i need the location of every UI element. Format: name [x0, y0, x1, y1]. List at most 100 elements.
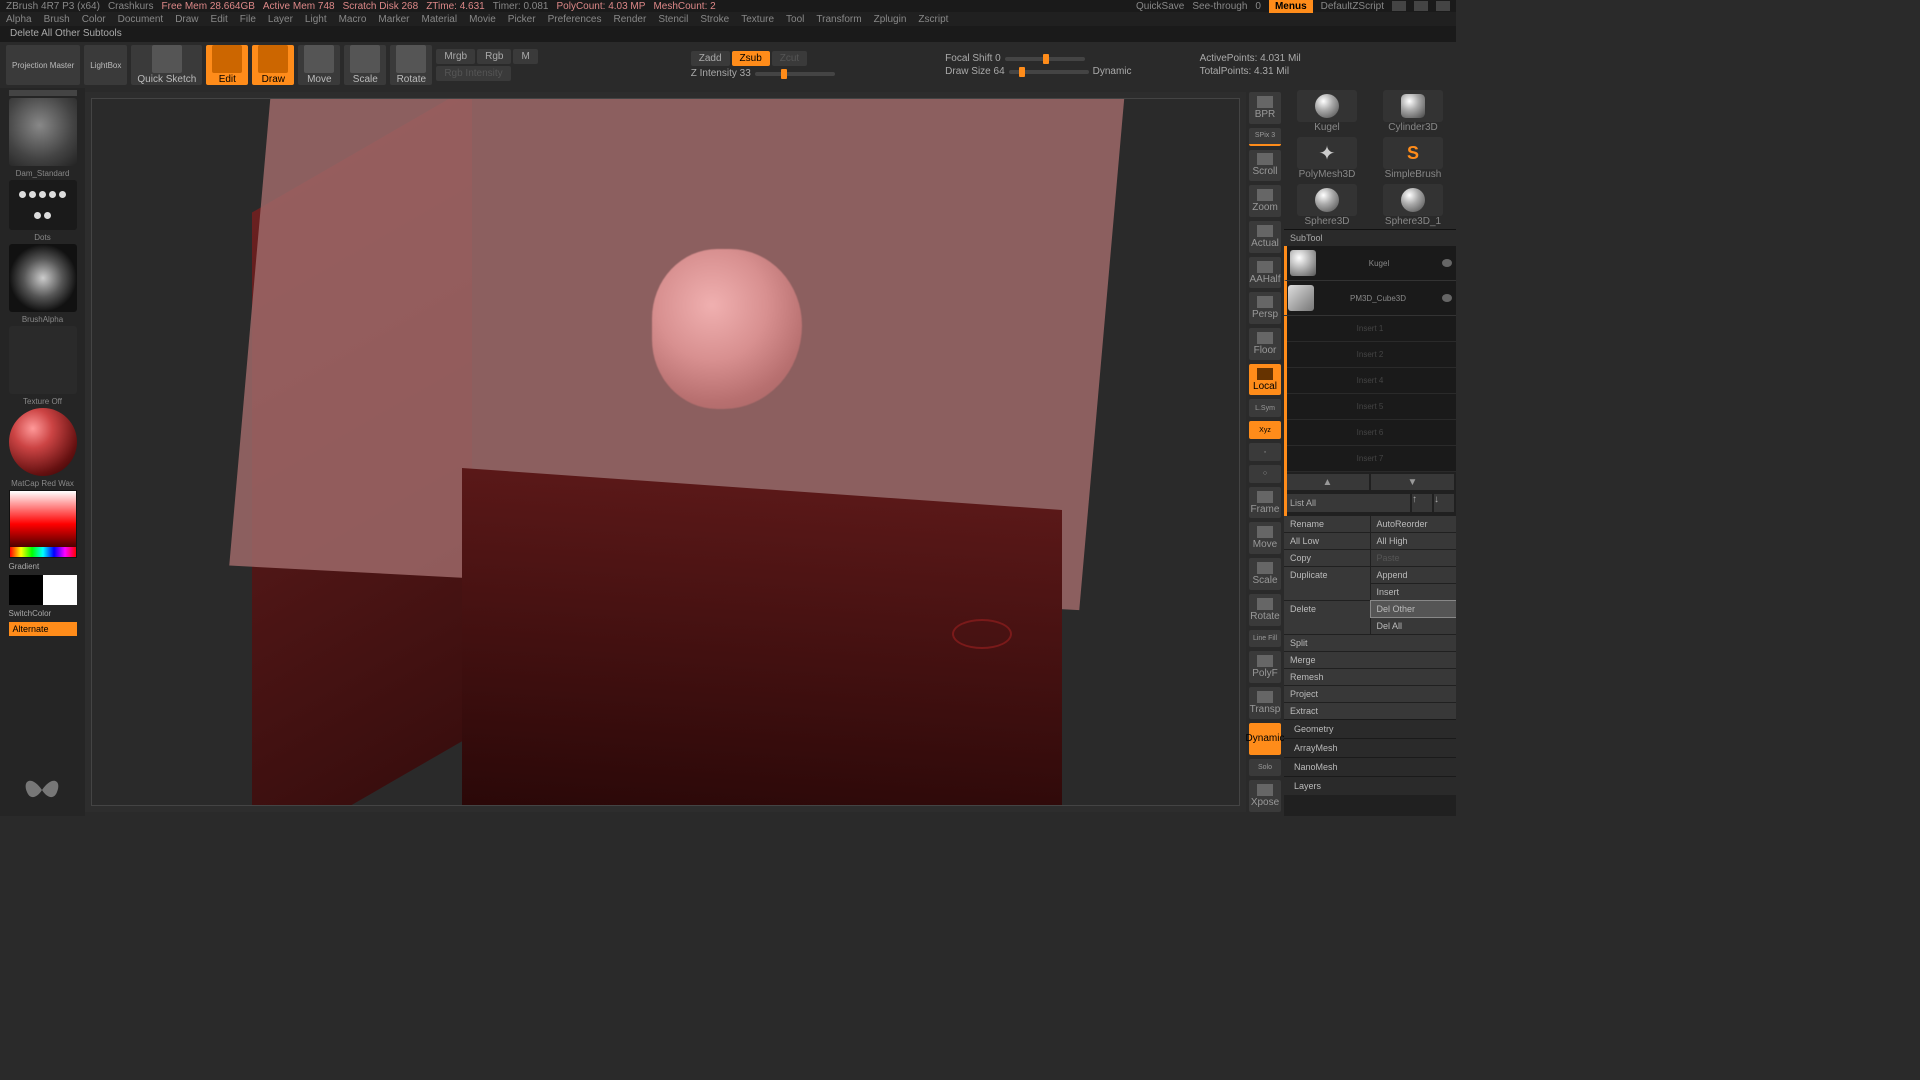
stroke-picker[interactable]: [9, 180, 77, 230]
menu-render[interactable]: Render: [614, 14, 647, 25]
visibility-icon[interactable]: [1442, 294, 1452, 302]
transp-button[interactable]: Transp: [1249, 687, 1281, 719]
tray-handle[interactable]: [9, 90, 77, 96]
subtool-header[interactable]: SubTool: [1284, 229, 1456, 246]
menu-material[interactable]: Material: [422, 14, 458, 25]
menu-tool[interactable]: Tool: [786, 14, 804, 25]
menu-stroke[interactable]: Stroke: [700, 14, 729, 25]
brush-picker[interactable]: [9, 98, 77, 166]
menu-layer[interactable]: Layer: [268, 14, 293, 25]
draw-size-slider[interactable]: [1009, 70, 1089, 74]
zadd-toggle[interactable]: Zadd: [691, 51, 730, 66]
autoreorder-button[interactable]: AutoReorder: [1371, 516, 1457, 532]
hue-strip[interactable]: [10, 547, 76, 557]
menu-color[interactable]: Color: [82, 14, 106, 25]
tool-sphere3d1[interactable]: Sphere3D_1: [1372, 184, 1454, 227]
subtool-item-kugel[interactable]: Kugel: [1284, 246, 1456, 281]
rgb-intensity-slider[interactable]: Rgb Intensity: [436, 66, 510, 81]
quicksave-button[interactable]: QuickSave: [1136, 1, 1184, 12]
menu-light[interactable]: Light: [305, 14, 327, 25]
viewport[interactable]: [85, 92, 1246, 812]
local-button[interactable]: Local: [1249, 364, 1281, 396]
subtool-insert-slot[interactable]: Insert 5: [1284, 394, 1456, 420]
menu-texture[interactable]: Texture: [741, 14, 774, 25]
subtool-insert-slot[interactable]: Insert 6: [1284, 420, 1456, 446]
quick-sketch-button[interactable]: Quick Sketch: [131, 45, 202, 85]
menu-edit[interactable]: Edit: [211, 14, 228, 25]
rotate-button[interactable]: Rotate: [390, 45, 432, 85]
solo-button[interactable]: Solo: [1249, 759, 1281, 777]
menu-picker[interactable]: Picker: [508, 14, 536, 25]
focal-shift-slider[interactable]: [1005, 57, 1085, 61]
menu-stencil[interactable]: Stencil: [658, 14, 688, 25]
polyf-button[interactable]: PolyF: [1249, 651, 1281, 683]
menu-transform[interactable]: Transform: [816, 14, 861, 25]
menus-toggle[interactable]: Menus: [1269, 0, 1313, 13]
frame-button[interactable]: Frame: [1249, 487, 1281, 519]
project-section[interactable]: Project: [1284, 686, 1456, 702]
subtool-insert-slot[interactable]: Insert 1: [1284, 316, 1456, 342]
lsym-button[interactable]: L.Sym: [1249, 399, 1281, 417]
zoom-button[interactable]: Zoom: [1249, 185, 1281, 217]
switch-color-button[interactable]: SwitchColor: [9, 607, 77, 620]
texture-picker[interactable]: [9, 326, 77, 394]
section-arraymesh[interactable]: ArrayMesh: [1284, 738, 1456, 757]
menu-alpha[interactable]: Alpha: [6, 14, 32, 25]
delete-button[interactable]: Delete: [1284, 601, 1370, 634]
persp-button[interactable]: Persp: [1249, 292, 1281, 324]
menu-document[interactable]: Document: [118, 14, 164, 25]
alternate-button[interactable]: Alternate: [9, 622, 77, 636]
lightbox-button[interactable]: LightBox: [84, 45, 127, 85]
subtool-insert-slot[interactable]: Insert 7: [1284, 446, 1456, 472]
copy-button[interactable]: Copy: [1284, 550, 1370, 566]
tool-cylinder[interactable]: Cylinder3D: [1372, 90, 1454, 133]
menu-movie[interactable]: Movie: [469, 14, 496, 25]
insert-button[interactable]: Insert: [1371, 584, 1457, 600]
zcut-toggle[interactable]: Zcut: [772, 51, 807, 66]
color-picker[interactable]: [9, 490, 77, 558]
primary-color-swatch[interactable]: [43, 575, 77, 605]
spix-label[interactable]: SPix 3: [1249, 128, 1281, 146]
menu-macro[interactable]: Macro: [339, 14, 367, 25]
floor-button[interactable]: Floor: [1249, 328, 1281, 360]
menu-zplugin[interactable]: Zplugin: [874, 14, 907, 25]
xpose-button[interactable]: Xpose: [1249, 780, 1281, 812]
remesh-section[interactable]: Remesh: [1284, 669, 1456, 685]
section-layers[interactable]: Layers: [1284, 776, 1456, 795]
visibility-icon[interactable]: [1442, 259, 1452, 267]
scroll-button[interactable]: Scroll: [1249, 150, 1281, 182]
zintensity-slider[interactable]: [755, 72, 835, 76]
section-geometry[interactable]: Geometry: [1284, 719, 1456, 738]
duplicate-button[interactable]: Duplicate: [1284, 567, 1370, 600]
gradient-toggle[interactable]: Gradient: [9, 560, 77, 573]
split-section[interactable]: Split: [1284, 635, 1456, 651]
subtool-down-button[interactable]: ▼: [1371, 474, 1454, 490]
dynamic-button[interactable]: Dynamic: [1249, 723, 1281, 755]
menu-brush[interactable]: Brush: [44, 14, 70, 25]
list-all-button[interactable]: List All: [1286, 494, 1410, 512]
menu-marker[interactable]: Marker: [378, 14, 409, 25]
shelf-rotate-button[interactable]: Rotate: [1249, 594, 1281, 626]
scale-button[interactable]: Scale: [344, 45, 386, 85]
bpr-button[interactable]: BPR: [1249, 92, 1281, 124]
subtool-insert-slot[interactable]: Insert 2: [1284, 342, 1456, 368]
alpha-picker[interactable]: [9, 244, 77, 312]
clear-pivot-button[interactable]: ○: [1249, 465, 1281, 483]
menu-preferences[interactable]: Preferences: [548, 14, 602, 25]
extract-section[interactable]: Extract: [1284, 703, 1456, 719]
maximize-icon[interactable]: [1414, 1, 1428, 11]
tool-sphere[interactable]: Sphere3D: [1286, 184, 1368, 227]
section-nanomesh[interactable]: NanoMesh: [1284, 757, 1456, 776]
append-button[interactable]: Append: [1371, 567, 1457, 583]
xyz-button[interactable]: Xyz: [1249, 421, 1281, 439]
subtool-up-button[interactable]: ▲: [1286, 474, 1369, 490]
projection-master-button[interactable]: Projection Master: [6, 45, 80, 85]
minimize-icon[interactable]: [1392, 1, 1406, 11]
all-high-button[interactable]: All High: [1371, 533, 1457, 549]
move-button[interactable]: Move: [298, 45, 340, 85]
menu-draw[interactable]: Draw: [175, 14, 198, 25]
menu-zscript[interactable]: Zscript: [918, 14, 948, 25]
close-icon[interactable]: [1436, 1, 1450, 11]
aahalf-button[interactable]: AAHalf: [1249, 257, 1281, 289]
move-down-button[interactable]: ↓: [1434, 494, 1454, 512]
